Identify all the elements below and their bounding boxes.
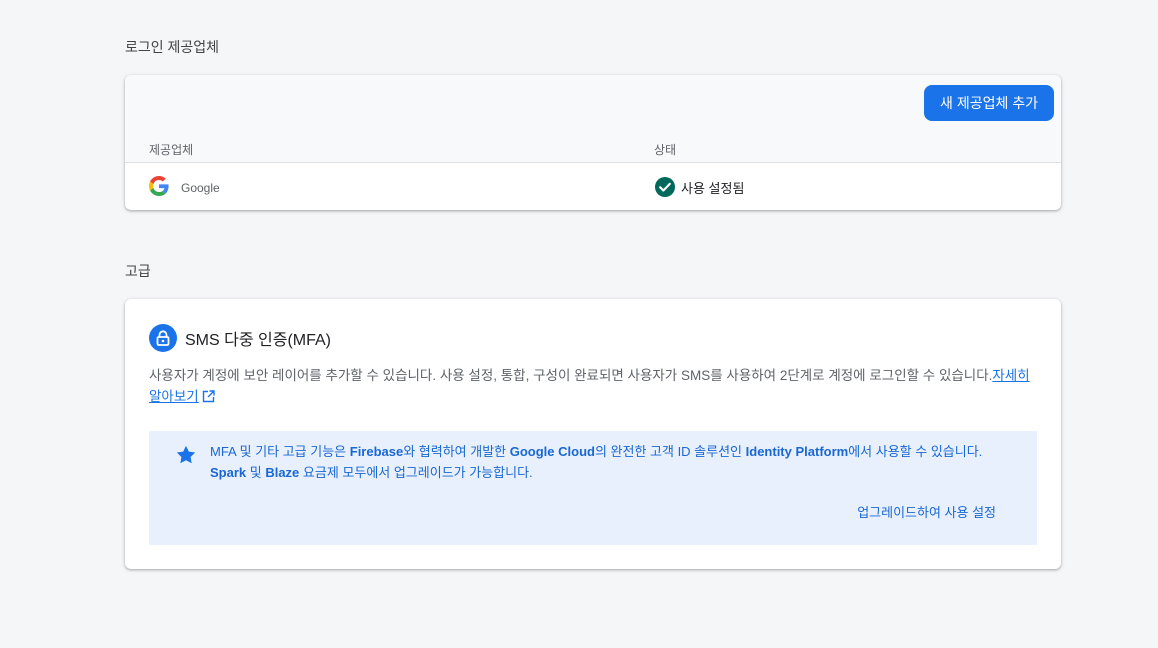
upgrade-promo-banner: MFA 및 기타 고급 기능은 Firebase와 협력하여 개발한 Googl… <box>149 431 1037 545</box>
column-header-status: 상태 <box>654 143 677 157</box>
star-icon <box>176 445 196 464</box>
mfa-description-text: 사용자가 계정에 보안 레이어를 추가할 수 있습니다. 사용 설정, 통합, … <box>149 368 993 383</box>
status-text: 사용 설정됨 <box>681 180 745 196</box>
providers-card: 새 제공업체 추가 제공업체 상태 Google 사용 설정됨 <box>125 75 1061 210</box>
providers-card-header: 새 제공업체 추가 제공업체 상태 <box>125 75 1061 163</box>
column-header-provider: 제공업체 <box>149 143 194 157</box>
advanced-section-title: 고급 <box>125 263 151 279</box>
advanced-card: SMS 다중 인증(MFA) 사용자가 계정에 보안 레이어를 추가할 수 있습… <box>125 299 1061 569</box>
promo-text: MFA 및 기타 고급 기능은 Firebase와 협력하여 개발한 Googl… <box>210 444 983 480</box>
add-provider-button[interactable]: 새 제공업체 추가 <box>924 85 1054 121</box>
lock-icon <box>149 324 177 352</box>
upgrade-enable-link[interactable]: 업그레이드하여 사용 설정 <box>857 502 996 521</box>
provider-status: 사용 설정됨 <box>655 177 744 197</box>
mfa-description: 사용자가 계정에 보안 레이어를 추가할 수 있습니다. 사용 설정, 통합, … <box>149 365 1039 407</box>
check-circle-icon <box>655 177 675 197</box>
google-logo-icon <box>149 176 169 196</box>
external-link-icon <box>202 390 215 403</box>
providers-section-title: 로그인 제공업체 <box>125 39 220 55</box>
provider-name: Google <box>181 181 220 195</box>
mfa-title: SMS 다중 인증(MFA) <box>185 332 331 349</box>
table-row[interactable]: Google 사용 설정됨 <box>125 163 1061 210</box>
mfa-header: SMS 다중 인증(MFA) <box>149 324 331 352</box>
